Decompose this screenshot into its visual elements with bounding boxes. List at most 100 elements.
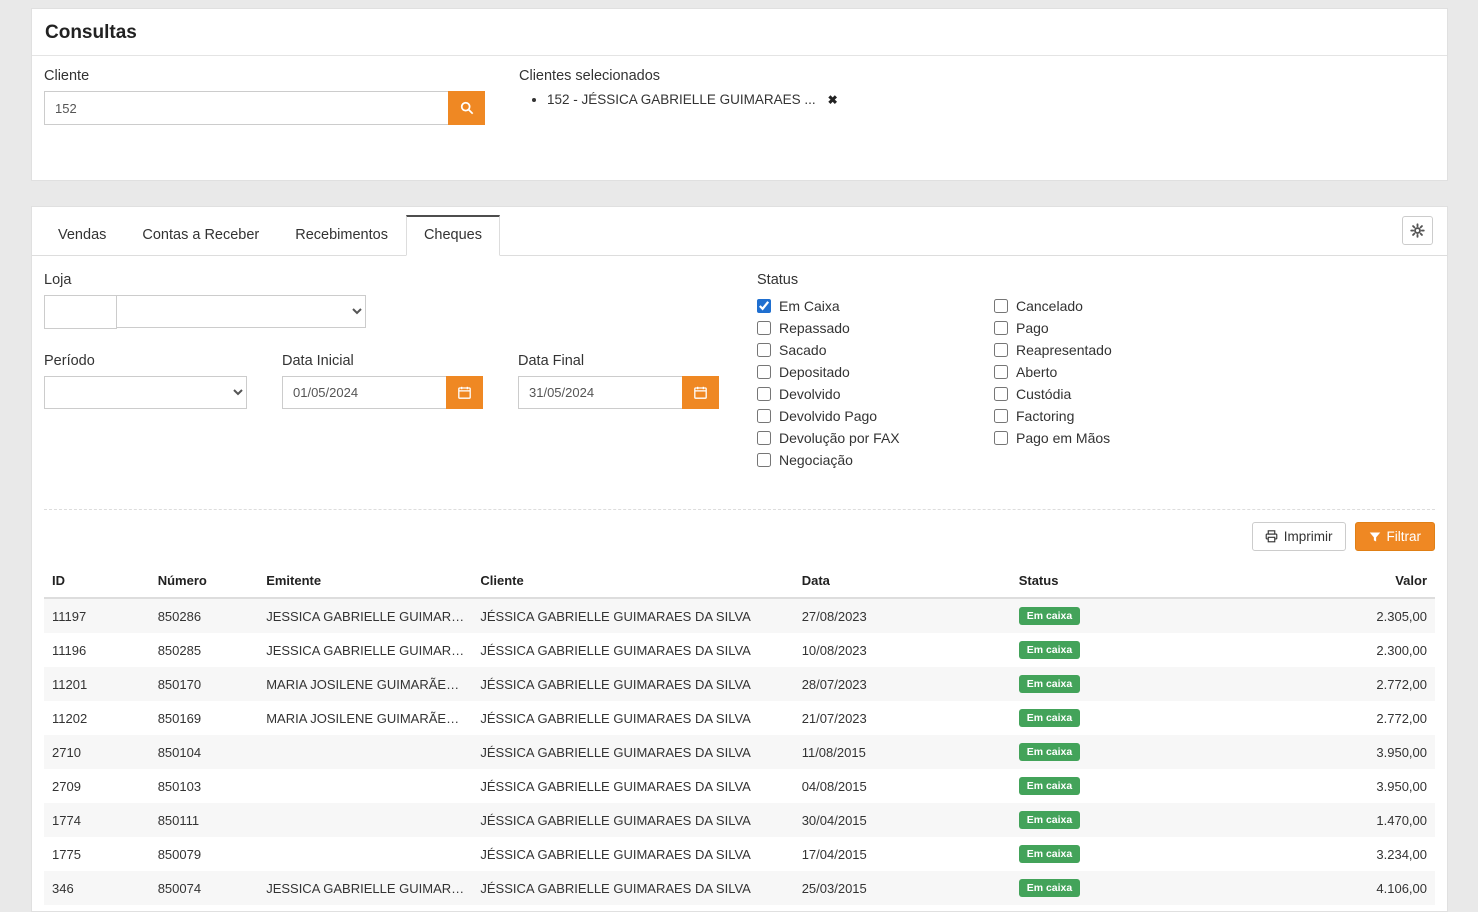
settings-button[interactable] — [1402, 216, 1433, 245]
status-option-negociacao[interactable]: Negociação — [757, 449, 994, 471]
status-option-reapresentado[interactable]: Reapresentado — [994, 339, 1231, 361]
status-option-factoring[interactable]: Factoring — [994, 405, 1231, 427]
calendar-icon — [694, 386, 707, 399]
cell-id: 2710 — [44, 735, 150, 769]
checkbox-depositado[interactable] — [757, 365, 771, 379]
status-option-custodia[interactable]: Custódia — [994, 383, 1231, 405]
checkbox-repassado[interactable] — [757, 321, 771, 335]
cell-emitente: JESSICA GABRIELLE GUIMARAES SILVA — [258, 871, 472, 905]
cell-id: 11202 — [44, 701, 150, 735]
checkbox-factoring[interactable] — [994, 409, 1008, 423]
cell-status: Em caixa — [1011, 667, 1192, 701]
status-option-sacado[interactable]: Sacado — [757, 339, 994, 361]
cell-data: 11/08/2015 — [794, 735, 1011, 769]
loja-select[interactable] — [116, 295, 366, 328]
cliente-label: Cliente — [44, 68, 519, 84]
page: Consultas Cliente Clientes selecionados … — [0, 0, 1478, 912]
status-option-pago-em-maos[interactable]: Pago em Mãos — [994, 427, 1231, 449]
cell-numero: 850103 — [150, 769, 258, 803]
status-option-label: Devolução por FAX — [779, 430, 900, 446]
status-badge: Em caixa — [1019, 811, 1081, 829]
status-option-depositado[interactable]: Depositado — [757, 361, 994, 383]
table-row: 1774850111JÉSSICA GABRIELLE GUIMARAES DA… — [44, 803, 1435, 837]
tab-recebimentos[interactable]: Recebimentos — [277, 215, 406, 256]
cliente-input-group — [44, 91, 519, 125]
cell-data: 21/07/2023 — [794, 701, 1011, 735]
tab-contas-a-receber[interactable]: Contas a Receber — [124, 215, 277, 256]
data-final-calendar-button[interactable] — [682, 376, 719, 409]
checkbox-cancelado[interactable] — [994, 299, 1008, 313]
column-header-id: ID — [44, 563, 150, 598]
status-option-label: Negociação — [779, 452, 853, 468]
checkbox-devolucao-por-fax[interactable] — [757, 431, 771, 445]
checkbox-custodia[interactable] — [994, 387, 1008, 401]
cell-data: 17/04/2015 — [794, 837, 1011, 871]
table-row: 11202850169MARIA JOSILENE GUIMARÃES SILV… — [44, 701, 1435, 735]
cell-status: Em caixa — [1011, 633, 1192, 667]
status-option-pago[interactable]: Pago — [994, 317, 1231, 339]
status-option-devolucao-por-fax[interactable]: Devolução por FAX — [757, 427, 994, 449]
checkbox-pago[interactable] — [994, 321, 1008, 335]
periodo-select[interactable] — [44, 376, 247, 409]
status-option-label: Em Caixa — [779, 298, 840, 314]
cell-valor: 2.772,00 — [1192, 667, 1435, 701]
checkbox-negociacao[interactable] — [757, 453, 771, 467]
status-badge: Em caixa — [1019, 607, 1081, 625]
cell-data: 04/08/2015 — [794, 769, 1011, 803]
cliente-search-input[interactable] — [44, 91, 449, 125]
filtrar-button[interactable]: Filtrar — [1355, 522, 1436, 551]
checkbox-sacado[interactable] — [757, 343, 771, 357]
cliente-search-button[interactable] — [448, 91, 485, 125]
cell-cliente: JÉSSICA GABRIELLE GUIMARAES DA SILVA — [472, 735, 793, 769]
status-option-cancelado[interactable]: Cancelado — [994, 295, 1231, 317]
cell-numero: 850285 — [150, 633, 258, 667]
selected-client-text: 152 - JÉSSICA GABRIELLE GUIMARAES ... — [547, 92, 816, 107]
status-column-2: CanceladoPagoReapresentadoAberto Custódia… — [994, 295, 1231, 471]
status-badge: Em caixa — [1019, 743, 1081, 761]
selected-client-item: 152 - JÉSSICA GABRIELLE GUIMARAES ... ✖ — [547, 92, 838, 107]
checkbox-aberto[interactable] — [994, 365, 1008, 379]
status-option-em-caixa[interactable]: Em Caixa — [757, 295, 994, 317]
cliente-search-block: Cliente — [44, 68, 519, 125]
data-inicial-input[interactable] — [282, 376, 447, 409]
table-row: 1775850079JÉSSICA GABRIELLE GUIMARAES DA… — [44, 837, 1435, 871]
checkbox-pago-em-maos[interactable] — [994, 431, 1008, 445]
cell-numero: 850074 — [150, 871, 258, 905]
data-inicial-calendar-button[interactable] — [446, 376, 483, 409]
status-option-label: Custódia — [1016, 386, 1071, 402]
checkbox-em-caixa[interactable] — [757, 299, 771, 313]
checkbox-devolvido-pago[interactable] — [757, 409, 771, 423]
checkbox-reapresentado[interactable] — [994, 343, 1008, 357]
cell-id: 1775 — [44, 837, 150, 871]
cell-cliente: JÉSSICA GABRIELLE GUIMARAES DA SILVA — [472, 701, 793, 735]
status-option-label: Devolvido Pago — [779, 408, 877, 424]
calendar-icon — [458, 386, 471, 399]
remove-client-icon[interactable]: ✖ — [828, 93, 838, 107]
cell-status: Em caixa — [1011, 803, 1192, 837]
cell-cliente: JÉSSICA GABRIELLE GUIMARAES DA SILVA — [472, 598, 793, 633]
tab-cheques[interactable]: Cheques — [406, 215, 500, 256]
table-row: 2709850103JÉSSICA GABRIELLE GUIMARAES DA… — [44, 769, 1435, 803]
checkbox-devolvido[interactable] — [757, 387, 771, 401]
consultas-panel: Consultas Cliente Clientes selecionados … — [31, 8, 1448, 181]
status-badge: Em caixa — [1019, 709, 1081, 727]
cell-id: 11196 — [44, 633, 150, 667]
status-badge: Em caixa — [1019, 879, 1081, 897]
tab-vendas[interactable]: Vendas — [40, 215, 124, 256]
status-option-devolvido-pago[interactable]: Devolvido Pago — [757, 405, 994, 427]
data-final-input[interactable] — [518, 376, 683, 409]
status-option-devolvido[interactable]: Devolvido — [757, 383, 994, 405]
cell-status: Em caixa — [1011, 701, 1192, 735]
cell-valor: 3.950,00 — [1192, 735, 1435, 769]
cell-id: 1774 — [44, 803, 150, 837]
periodo-label: Período — [44, 353, 247, 369]
filter-icon — [1369, 531, 1381, 543]
filter-area: Loja Período Data Inicial — [32, 256, 1447, 471]
status-columns: Em CaixaRepassadoSacadoDepositadoDevolvi… — [757, 295, 1435, 471]
status-option-repassado[interactable]: Repassado — [757, 317, 994, 339]
cell-emitente — [258, 803, 472, 837]
status-option-aberto[interactable]: Aberto — [994, 361, 1231, 383]
imprimir-button[interactable]: Imprimir — [1252, 522, 1346, 551]
loja-code-input[interactable] — [44, 295, 117, 329]
cell-emitente: MARIA JOSILENE GUIMARÃES SILVA — [258, 667, 472, 701]
